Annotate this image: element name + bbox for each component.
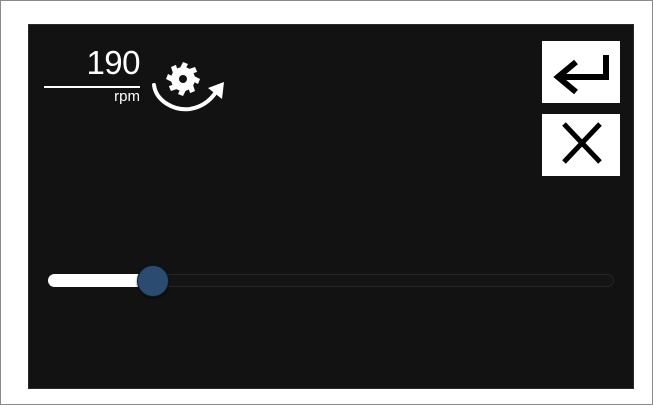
close-x-icon (562, 122, 602, 164)
saw-blade-rotation-icon (150, 51, 232, 113)
slider-handle[interactable] (137, 265, 169, 297)
display-screen: 190 rpm (28, 24, 634, 389)
enter-return-icon (553, 55, 609, 95)
speed-unit: rpm (114, 88, 140, 105)
device-frame: 190 rpm (0, 0, 653, 405)
speed-slider[interactable] (48, 265, 614, 297)
spindle-speed-readout: 190 rpm (44, 44, 141, 105)
speed-value: 190 (86, 44, 140, 81)
cancel-button[interactable] (542, 114, 620, 176)
enter-button[interactable] (542, 41, 620, 103)
